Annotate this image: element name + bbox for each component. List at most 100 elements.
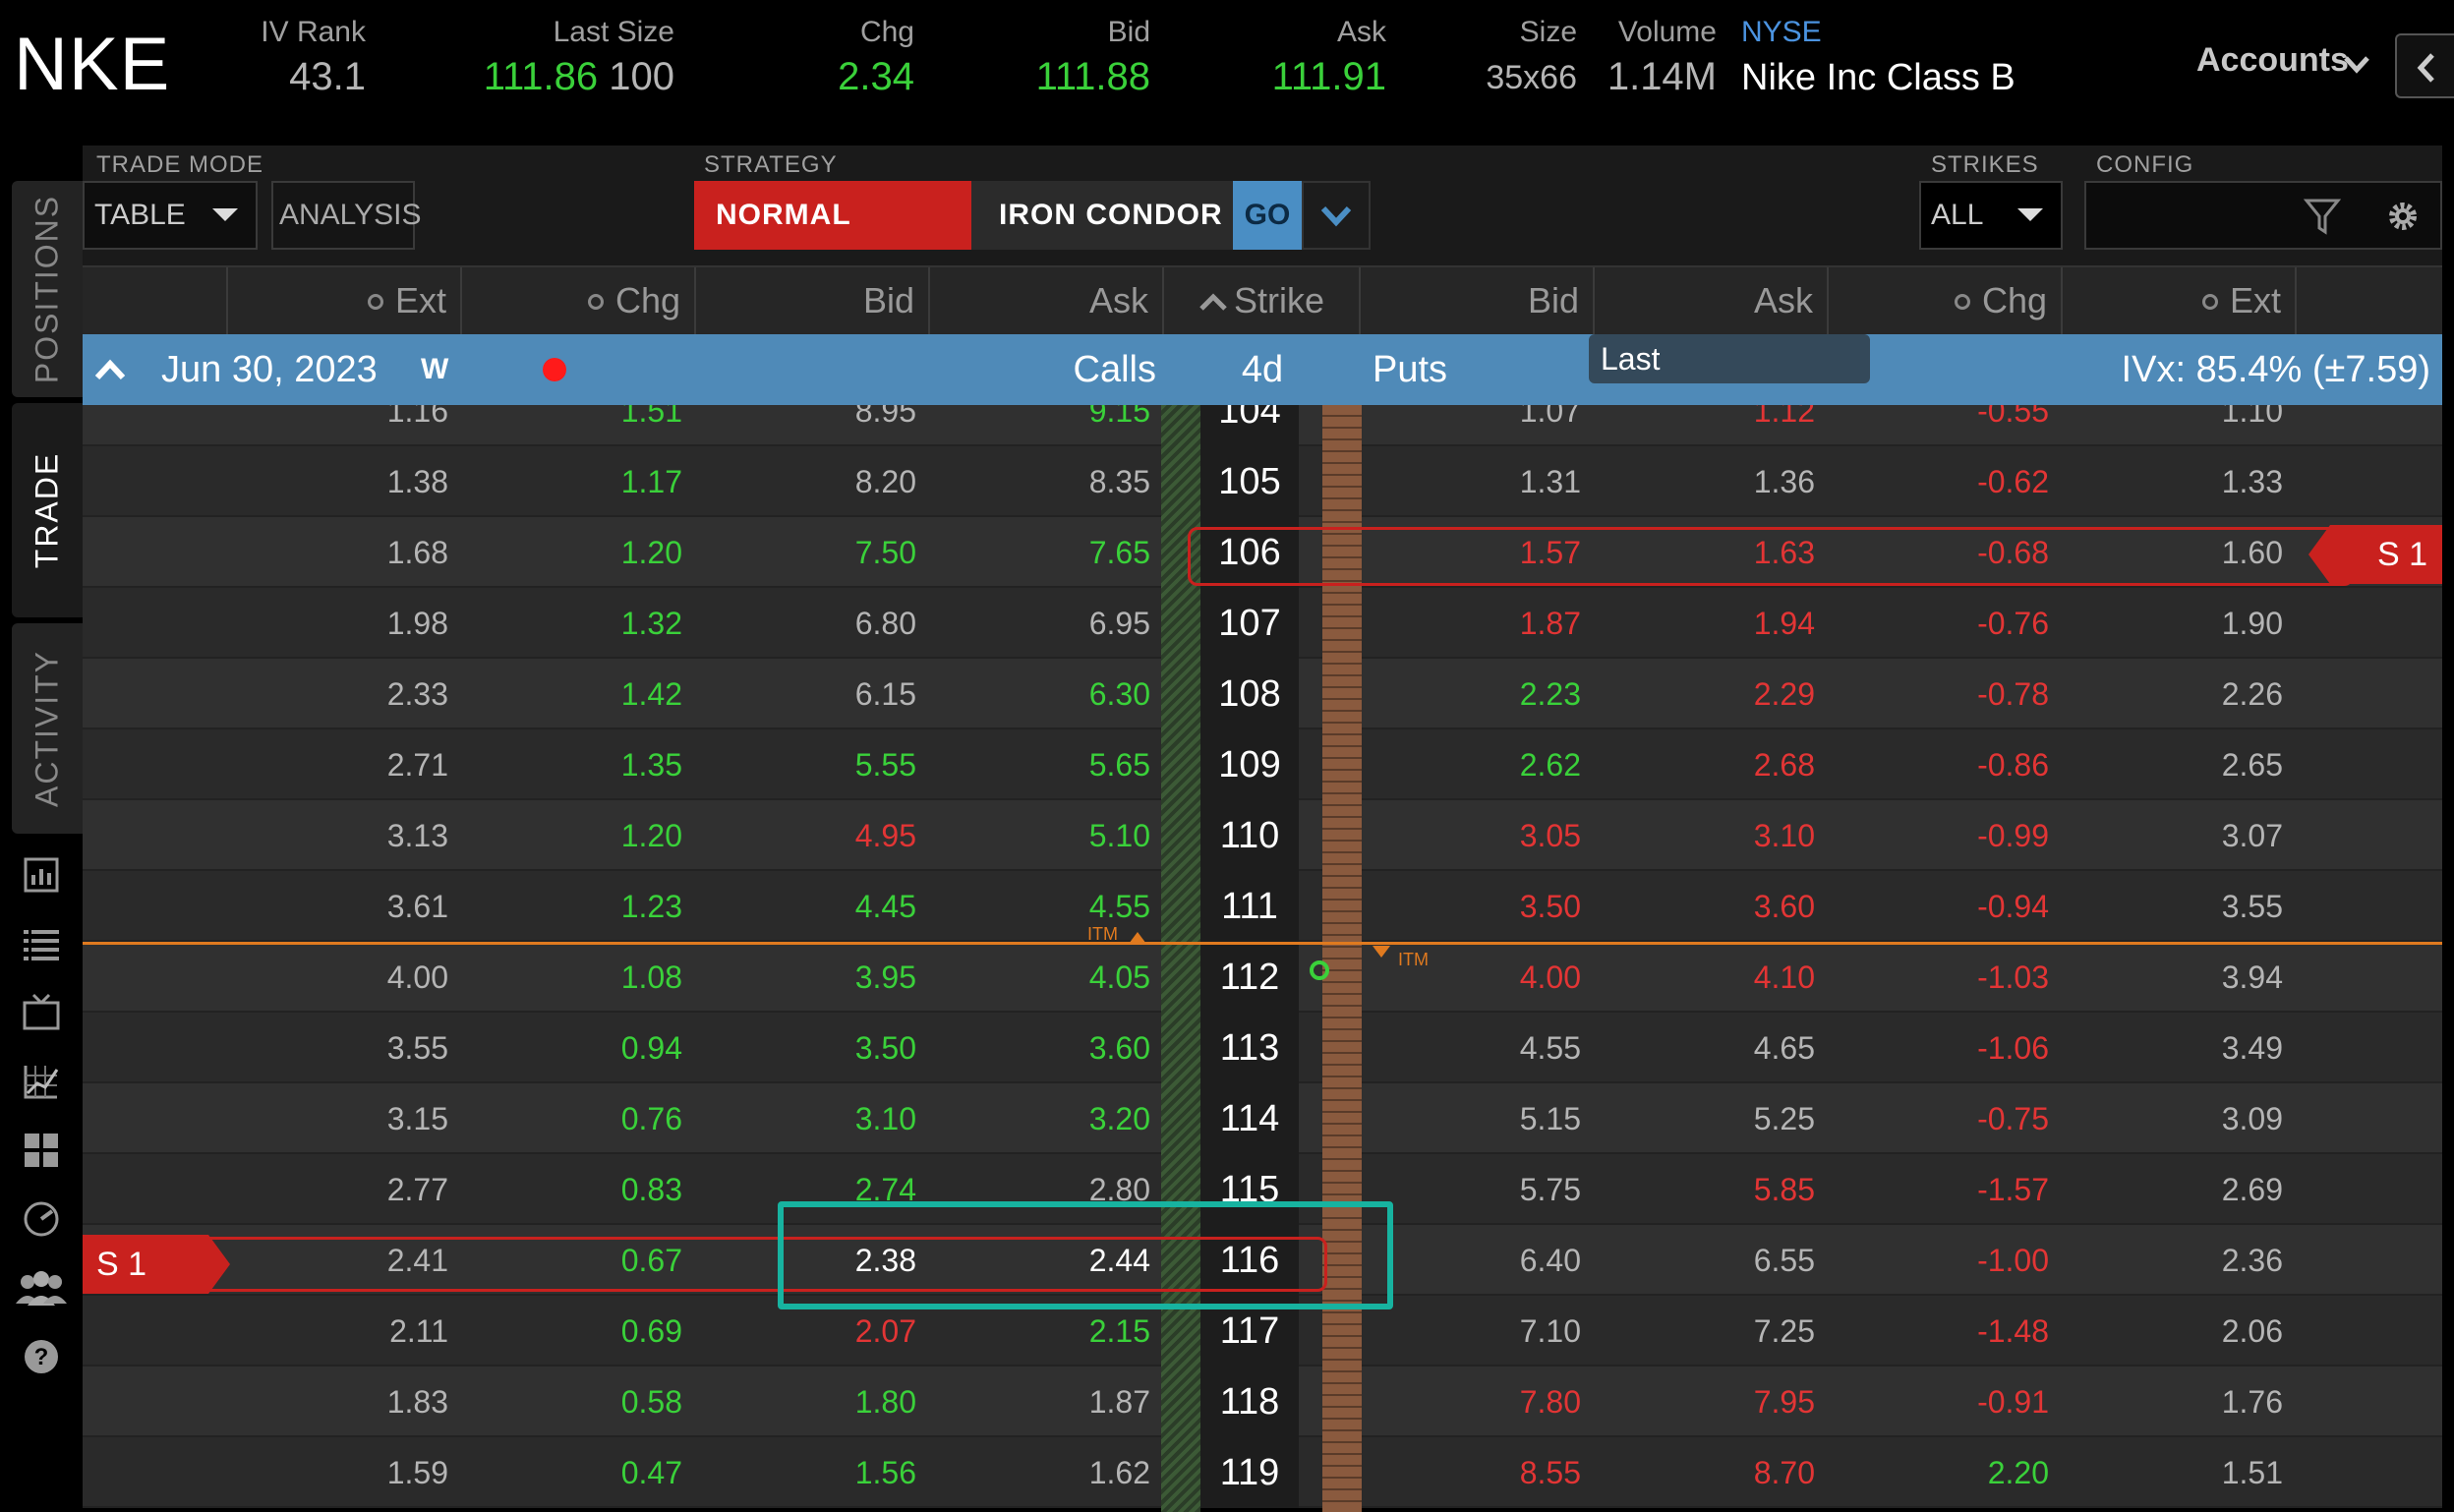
cell-p-ask[interactable]: 7.25 <box>1595 1296 1829 1367</box>
cell-p-bid[interactable]: 3.05 <box>1361 800 1595 871</box>
cell-p-bid[interactable]: 5.15 <box>1361 1083 1595 1154</box>
cell-p-ask[interactable]: 2.29 <box>1595 659 1829 729</box>
cell-p-ask[interactable]: 3.10 <box>1595 800 1829 871</box>
tab-activity[interactable]: ACTIVITY <box>12 623 83 834</box>
cell-c-ext[interactable]: 1.98 <box>228 588 462 659</box>
cell-c-chg[interactable]: 1.42 <box>462 659 696 729</box>
symbol-label[interactable]: NKE <box>14 22 170 107</box>
cell-p-ext[interactable]: 2.26 <box>2063 659 2297 729</box>
cell-p-ask[interactable]: 2.68 <box>1595 729 1829 800</box>
cell-c-bid[interactable]: 6.80 <box>696 588 930 659</box>
cell-p-chg[interactable]: -1.00 <box>1829 1225 2063 1296</box>
cell-c-ext[interactable]: 3.55 <box>228 1013 462 1083</box>
cell-p-ask[interactable]: 5.25 <box>1595 1083 1829 1154</box>
cell-p-ext[interactable]: 1.10 <box>2063 405 2297 446</box>
cell-c-bid[interactable]: 3.95 <box>696 942 930 1013</box>
cell-p-ask[interactable]: 1.12 <box>1595 405 1829 446</box>
cell-p-chg[interactable]: -0.76 <box>1829 588 2063 659</box>
cell-c-chg[interactable]: 1.20 <box>462 517 696 588</box>
cell-c-chg[interactable]: 0.76 <box>462 1083 696 1154</box>
list-icon[interactable] <box>22 924 61 963</box>
cell-c-bid[interactable]: 3.10 <box>696 1083 930 1154</box>
cell-c-bid[interactable]: 8.20 <box>696 446 930 517</box>
cell-c-ask[interactable]: 5.10 <box>930 800 1164 871</box>
cell-p-bid[interactable]: 1.87 <box>1361 588 1595 659</box>
cell-p-chg[interactable]: -0.62 <box>1829 446 2063 517</box>
cell-p-bid[interactable]: 6.40 <box>1361 1225 1595 1296</box>
cell-c-ask[interactable]: 3.60 <box>930 1013 1164 1083</box>
table-row[interactable]: 1.98 1.32 6.80 6.95 1.87 1.94 -0.76 1.90 107 <box>83 588 2442 659</box>
cell-p-chg[interactable]: -1.57 <box>1829 1154 2063 1225</box>
cell-c-chg[interactable]: 0.47 <box>462 1437 696 1508</box>
strategy-menu-button[interactable] <box>1302 181 1371 250</box>
cell-p-chg[interactable]: -0.78 <box>1829 659 2063 729</box>
speedometer-icon[interactable] <box>22 1199 61 1239</box>
chevron-up-icon[interactable] <box>94 356 126 383</box>
cell-c-ext[interactable]: 2.77 <box>228 1154 462 1225</box>
help-icon[interactable]: ? <box>22 1337 61 1376</box>
cell-c-ext[interactable]: 1.59 <box>228 1437 462 1508</box>
cell-p-ext[interactable]: 1.51 <box>2063 1437 2297 1508</box>
cell-c-ask[interactable]: 4.05 <box>930 942 1164 1013</box>
cell-c-ext[interactable]: 3.61 <box>228 871 462 942</box>
cell-c-ask[interactable]: 8.35 <box>930 446 1164 517</box>
cell-p-ext[interactable]: 3.09 <box>2063 1083 2297 1154</box>
cell-p-chg[interactable]: -0.99 <box>1829 800 2063 871</box>
table-row[interactable]: 3.13 1.20 4.95 5.10 3.05 3.10 -0.99 3.07 110 <box>83 800 2442 871</box>
go-button[interactable]: GO <box>1233 181 1302 250</box>
cell-c-ext[interactable]: 1.38 <box>228 446 462 517</box>
filter-icon[interactable] <box>2303 197 2342 236</box>
cell-c-bid[interactable]: 4.95 <box>696 800 930 871</box>
grid-chart-icon[interactable] <box>22 1062 61 1101</box>
cell-p-ext[interactable]: 3.55 <box>2063 871 2297 942</box>
cell-c-chg[interactable]: 0.94 <box>462 1013 696 1083</box>
header-put-ext[interactable]: Ext <box>2063 267 2297 334</box>
strategy-normal-button[interactable]: NORMAL <box>694 181 971 250</box>
cell-c-ext[interactable]: 1.16 <box>228 405 462 446</box>
cell-c-ext[interactable]: 4.00 <box>228 942 462 1013</box>
cell-p-ask[interactable]: 4.10 <box>1595 942 1829 1013</box>
cell-c-bid[interactable]: 7.50 <box>696 517 930 588</box>
cell-p-bid[interactable]: 4.55 <box>1361 1013 1595 1083</box>
cell-p-ext[interactable]: 1.76 <box>2063 1367 2297 1437</box>
cell-p-chg[interactable]: -0.75 <box>1829 1083 2063 1154</box>
cell-c-ask[interactable]: 7.65 <box>930 517 1164 588</box>
cell-c-ask[interactable]: 5.65 <box>930 729 1164 800</box>
cell-p-ask[interactable]: 4.65 <box>1595 1013 1829 1083</box>
header-strike[interactable]: Strike <box>1164 267 1361 334</box>
cell-c-ext[interactable]: 2.11 <box>228 1296 462 1367</box>
chart-icon[interactable] <box>22 855 61 895</box>
put-position-tag[interactable]: S 1 <box>2308 525 2442 584</box>
cell-c-bid[interactable]: 1.56 <box>696 1437 930 1508</box>
table-row[interactable]: 3.61 1.23 4.45 4.55 3.50 3.60 -0.94 3.55 111 <box>83 871 2442 942</box>
cell-c-ext[interactable]: 3.15 <box>228 1083 462 1154</box>
table-row[interactable]: 1.38 1.17 8.20 8.35 1.31 1.36 -0.62 1.33 105 <box>83 446 2442 517</box>
trade-mode-dropdown[interactable]: TABLE <box>83 181 258 250</box>
cell-p-ask[interactable]: 3.60 <box>1595 871 1829 942</box>
cell-p-ext[interactable]: 3.07 <box>2063 800 2297 871</box>
cell-p-ask[interactable]: 1.36 <box>1595 446 1829 517</box>
cell-c-chg[interactable]: 0.83 <box>462 1154 696 1225</box>
cell-p-ask[interactable]: 5.85 <box>1595 1154 1829 1225</box>
cell-p-ask[interactable]: 1.94 <box>1595 588 1829 659</box>
cell-p-bid[interactable]: 5.75 <box>1361 1154 1595 1225</box>
collapse-panel-button[interactable] <box>2395 33 2454 98</box>
strategy-iron-condor-button[interactable]: IRON CONDOR <box>971 181 1239 250</box>
community-icon[interactable] <box>14 1268 69 1308</box>
expiration-row[interactable]: Jun 30, 2023 W Calls 4d Puts IVx: 85.4% … <box>83 334 2442 405</box>
cell-c-ext[interactable]: 2.71 <box>228 729 462 800</box>
cell-p-chg[interactable]: -1.48 <box>1829 1296 2063 1367</box>
cell-c-bid[interactable]: 6.15 <box>696 659 930 729</box>
cell-p-bid[interactable]: 8.55 <box>1361 1437 1595 1508</box>
analysis-button[interactable]: ANALYSIS <box>271 181 422 250</box>
tv-icon[interactable] <box>22 993 61 1032</box>
cell-c-ext[interactable]: 1.68 <box>228 517 462 588</box>
header-put-chg[interactable]: Chg <box>1829 267 2063 334</box>
accounts-menu[interactable]: Accounts <box>2196 41 2349 80</box>
cell-p-ext[interactable]: 3.94 <box>2063 942 2297 1013</box>
cell-c-bid[interactable]: 1.80 <box>696 1367 930 1437</box>
cell-p-chg[interactable]: -0.86 <box>1829 729 2063 800</box>
cell-c-bid[interactable]: 4.45 <box>696 871 930 942</box>
table-row[interactable]: 3.15 0.76 3.10 3.20 5.15 5.25 -0.75 3.09 114 <box>83 1083 2442 1154</box>
cell-c-chg[interactable]: 0.69 <box>462 1296 696 1367</box>
